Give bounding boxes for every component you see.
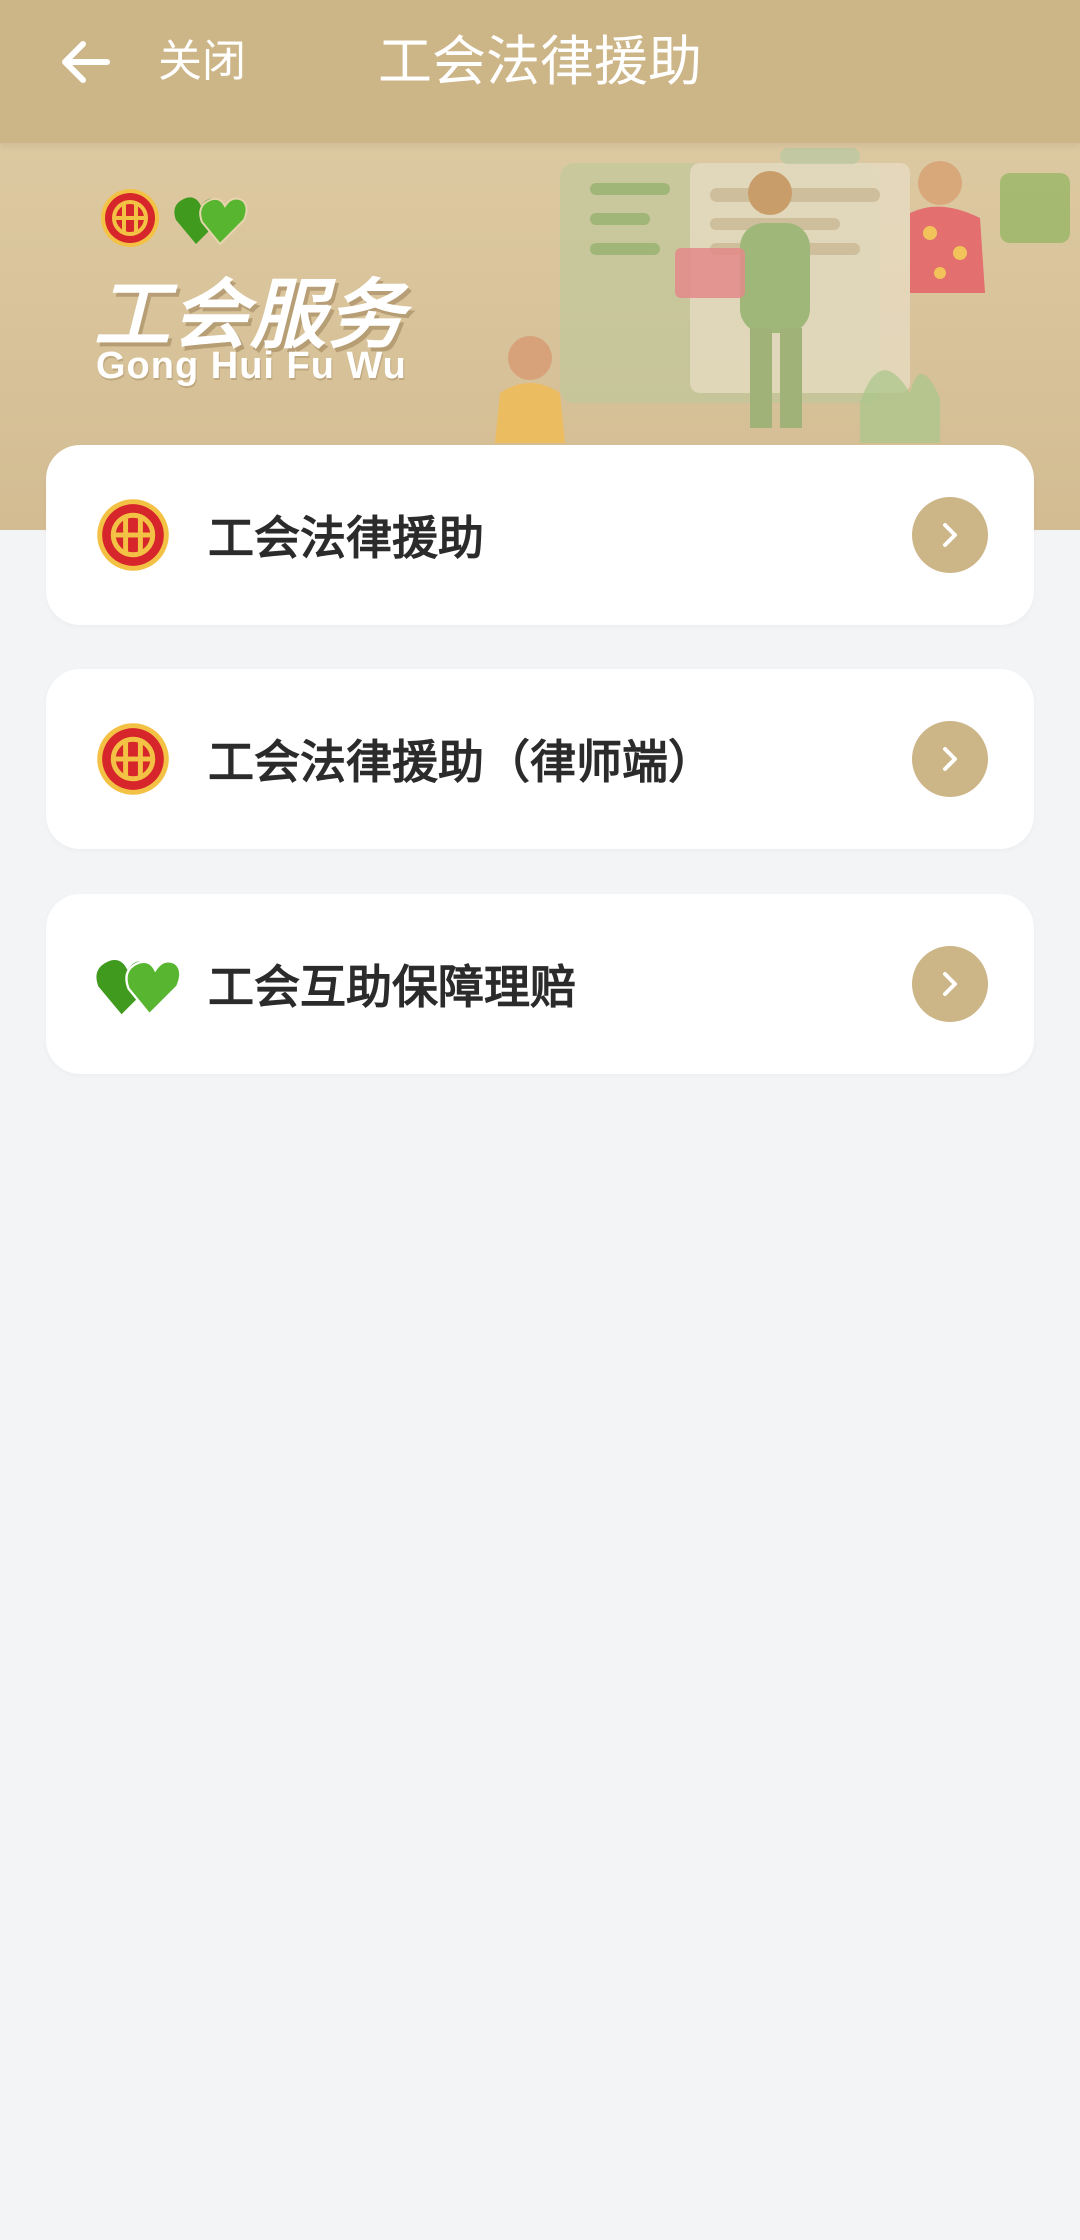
service-card-mutual-aid-claims[interactable]: 工会互助保障理赔 bbox=[46, 894, 1034, 1074]
union-emblem-icon bbox=[101, 189, 159, 247]
brand-logos bbox=[100, 188, 248, 248]
page-title: 工会法律援助 bbox=[378, 30, 702, 93]
chevron-right-icon bbox=[943, 972, 957, 996]
green-hearts-icon bbox=[96, 960, 182, 1016]
service-card-label: 工会法律援助（律师端） bbox=[208, 735, 714, 789]
service-card-label: 工会法律援助 bbox=[208, 511, 484, 565]
people-illustration bbox=[495, 148, 1070, 443]
chevron-right-button[interactable] bbox=[912, 946, 988, 1022]
banner-subtitle: Gong Hui Fu Wu bbox=[96, 345, 407, 387]
chevron-right-icon bbox=[943, 523, 957, 547]
union-emblem-icon bbox=[97, 499, 169, 571]
chevron-right-button[interactable] bbox=[912, 497, 988, 573]
union-emblem-icon bbox=[97, 723, 169, 795]
service-card-legal-aid[interactable]: 工会法律援助 bbox=[46, 445, 1034, 625]
green-hearts-icon bbox=[174, 197, 248, 246]
service-card-label: 工会互助保障理赔 bbox=[208, 960, 576, 1014]
chevron-right-button[interactable] bbox=[912, 721, 988, 797]
service-card-legal-aid-lawyer[interactable]: 工会法律援助（律师端） bbox=[46, 669, 1034, 849]
chevron-right-icon bbox=[943, 747, 957, 771]
top-app-bar: 关闭 工会法律援助 bbox=[0, 0, 1080, 143]
